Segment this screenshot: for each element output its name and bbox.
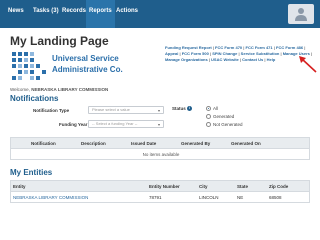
link-fcc-form-471[interactable]: FCC Form 471 <box>246 45 273 50</box>
zip-code-cell: 68508 <box>269 195 282 200</box>
logo-text-line1: Universal Service <box>52 54 119 63</box>
funding-year-select[interactable]: -- Select a funding Year -- ▾ <box>88 120 164 128</box>
link-service-substitution[interactable]: Service Substitution <box>241 51 280 56</box>
notification-type-label: Notification Type <box>33 108 70 113</box>
my-entities-heading: My Entities <box>10 168 53 177</box>
user-menu-button[interactable] <box>288 4 314 24</box>
logo-text-line2: Administrative Co. <box>52 65 123 74</box>
link-contact-us[interactable]: Contact Us <box>242 57 263 62</box>
column-header-city[interactable]: City <box>199 184 208 189</box>
nav-records[interactable]: Records <box>62 8 86 14</box>
nav-news[interactable]: News <box>8 8 24 14</box>
city-cell: LINCOLN <box>199 195 219 200</box>
status-radio-not-generated[interactable] <box>206 122 211 127</box>
notifications-table-header: Notification Description Issued Date Gen… <box>10 137 310 149</box>
entity-number-cell: 78791 <box>149 195 162 200</box>
quick-links: Funding Request Report | FCC Form 470 | … <box>165 45 313 63</box>
column-header-description[interactable]: Description <box>81 141 106 146</box>
link-appeal[interactable]: Appeal <box>165 51 178 56</box>
status-radio-generated[interactable] <box>206 114 211 119</box>
usac-logo-mark-icon <box>12 52 46 80</box>
link-funding-request-report[interactable]: Funding Request Report <box>165 45 212 50</box>
column-header-generated-by[interactable]: Generated By <box>181 141 210 146</box>
column-header-entity[interactable]: Entity <box>13 184 26 189</box>
status-label-text: Status <box>172 106 186 111</box>
link-fcc-form-500[interactable]: FCC Form 500 <box>182 51 209 56</box>
link-spin-change[interactable]: SPIN Change <box>212 51 237 56</box>
user-avatar-icon <box>295 8 307 21</box>
notifications-empty-row: No items available <box>10 149 310 160</box>
nav-reports[interactable]: Reports <box>86 0 115 28</box>
link-fcc-form-486[interactable]: FCC Form 486 <box>276 45 303 50</box>
column-header-entity-number[interactable]: Entity Number <box>149 184 180 189</box>
top-navigation-bar: News Tasks (3) Records Reports Actions <box>0 0 320 28</box>
funding-year-placeholder: -- Select a funding Year -- <box>92 121 138 126</box>
red-annotation-arrow-icon <box>299 56 317 73</box>
page-title: My Landing Page <box>10 34 109 48</box>
state-cell: NE <box>237 195 244 200</box>
column-header-state[interactable]: State <box>237 184 248 189</box>
notifications-heading: Notifications <box>10 94 59 103</box>
column-header-issued-date[interactable]: Issued Date <box>131 141 156 146</box>
link-help[interactable]: Help <box>267 57 276 62</box>
status-label: Status i <box>172 106 192 112</box>
link-usac-website[interactable]: USAC Website <box>211 57 239 62</box>
info-icon[interactable]: i <box>186 106 192 112</box>
column-header-zip-code[interactable]: Zip Code <box>269 184 288 189</box>
funding-year-label: Funding Year <box>59 122 88 127</box>
link-manage-organizations[interactable]: Manage Organizations <box>165 57 208 62</box>
usac-logo: Universal Service Administrative Co. <box>10 50 148 82</box>
notification-type-placeholder: Please select a value <box>92 107 130 112</box>
status-option-generated-label: Generated <box>213 114 235 119</box>
chevron-down-icon: ▾ <box>157 108 160 113</box>
status-option-all-label: All <box>213 106 219 111</box>
welcome-entity-name: NEBRASKA LIBRARY COMMISSION <box>31 87 109 92</box>
welcome-message: Welcome, NEBRASKA LIBRARY COMMISSION <box>10 87 108 92</box>
column-header-generated-on[interactable]: Generated On <box>231 141 261 146</box>
empty-state-message: No items available <box>142 152 180 157</box>
table-row: NEBRASKA LIBRARY COMMISSION 78791 LINCOL… <box>10 192 310 203</box>
notification-type-select[interactable]: Please select a value ▾ <box>88 106 164 114</box>
status-radio-all[interactable] <box>206 106 211 111</box>
column-header-notification[interactable]: Notification <box>31 141 56 146</box>
chevron-down-icon: ▾ <box>157 122 160 127</box>
entities-table-header: Entity Entity Number City State Zip Code <box>10 180 310 192</box>
nav-tasks[interactable]: Tasks (3) <box>33 8 59 14</box>
status-option-not-generated-label: Not Generated <box>213 122 243 127</box>
welcome-prefix: Welcome, <box>10 87 30 92</box>
entity-name-link[interactable]: NEBRASKA LIBRARY COMMISSION <box>13 195 88 200</box>
nav-actions[interactable]: Actions <box>116 8 138 14</box>
link-fcc-form-470[interactable]: FCC Form 470 <box>215 45 242 50</box>
